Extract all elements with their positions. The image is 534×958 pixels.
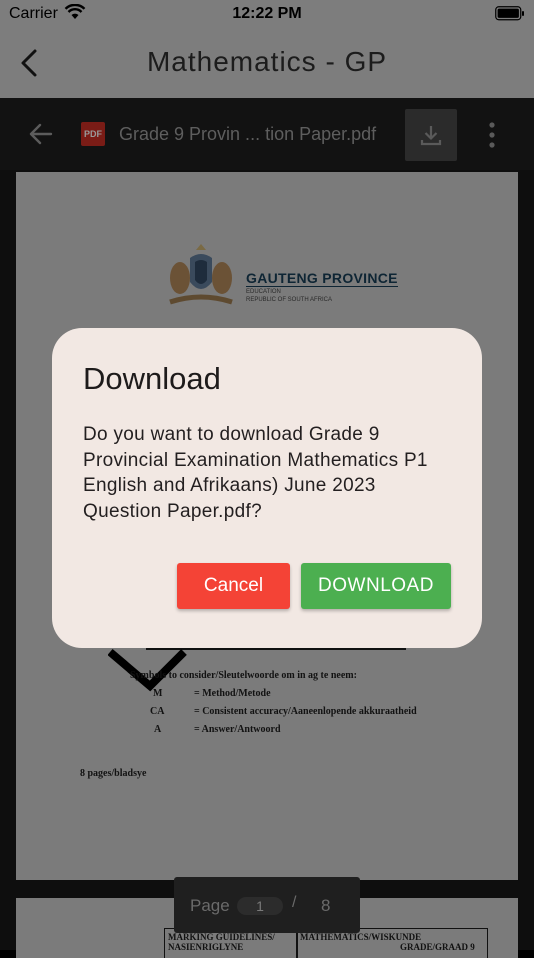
- back-arrow-icon[interactable]: [29, 123, 53, 150]
- symbols-note: Symbols to consider/Sleutelwoorde om in …: [130, 670, 357, 681]
- abbr-meaning: = Answer/Antwoord: [194, 724, 281, 735]
- total-pages: 8: [321, 896, 331, 915]
- download-icon: [420, 126, 442, 146]
- abbr-code: M: [153, 688, 163, 699]
- pdf-toolbar: PDF Grade 9 Provin ... tion Paper.pdf: [0, 98, 534, 170]
- marking-guidelines-label-2: NASIENRIGLYNE: [168, 942, 244, 952]
- clock-time: 12:22 PM: [232, 5, 302, 22]
- coat-of-arms-logo: [169, 244, 233, 305]
- current-page-input[interactable]: 1: [237, 897, 283, 915]
- tick-mark-icon: [108, 648, 187, 692]
- dialog-title: Download: [83, 361, 221, 396]
- logo-country: REPUBLIC OF SOUTH AFRICA: [246, 297, 333, 303]
- logo-subtitle: EDUCATION: [246, 289, 281, 295]
- grade-label: GRADE/GRAAD 9: [400, 942, 475, 952]
- abbr-code: A: [154, 724, 162, 735]
- app-bar: Mathematics - GP: [0, 30, 534, 98]
- abbr-meaning: = Method/Metode: [194, 688, 271, 699]
- page-title: Mathematics - GP: [146, 46, 388, 77]
- dialog-message: Do you want to download Grade 9 Provinci…: [83, 424, 428, 522]
- download-button[interactable]: [405, 109, 457, 161]
- subject-label: MATHEMATICS/WISKUNDE: [300, 932, 422, 942]
- more-vert-icon[interactable]: [482, 122, 502, 148]
- page-indicator: Page 1 / 8: [174, 877, 360, 933]
- status-bar: Carrier 12:22 PM: [0, 0, 534, 30]
- file-name: Grade 9 Provin ... tion Paper.pdf: [119, 124, 377, 144]
- abbr-code: CA: [150, 706, 165, 717]
- confirm-download-button[interactable]: DOWNLOAD: [301, 563, 451, 609]
- cancel-button[interactable]: Cancel: [177, 563, 290, 609]
- battery-icon: [495, 6, 525, 26]
- abbr-meaning: = Consistent accuracy/Aaneenlopende akku…: [194, 706, 417, 717]
- pdf-file-icon: PDF: [81, 122, 105, 146]
- page-separator: /: [292, 894, 297, 911]
- page-count-note: 8 pages/bladsye: [80, 768, 147, 779]
- logo-title: GAUTENG PROVINCE: [246, 270, 398, 287]
- download-dialog: Download Do you want to download Grade 9…: [52, 328, 482, 648]
- marking-guidelines-label: MARKING GUIDELINES/: [168, 932, 275, 942]
- page-label: Page: [190, 896, 230, 915]
